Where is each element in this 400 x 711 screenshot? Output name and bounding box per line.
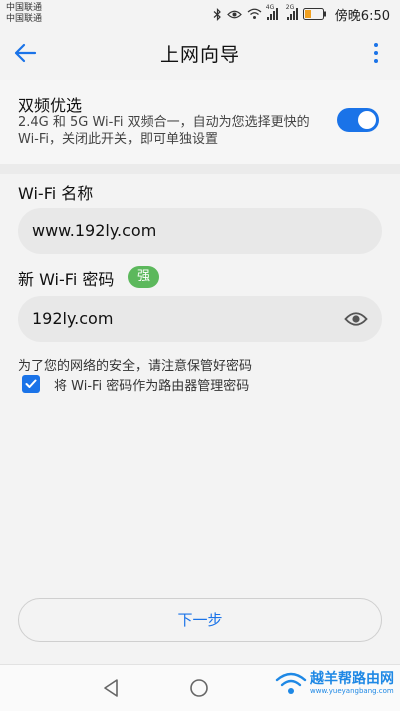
more-options-button[interactable]: [366, 38, 386, 68]
system-nav-bar: 越羊帮路由网 www.yueyangbang.com: [0, 664, 400, 711]
admin-password-label: 将 Wi-Fi 密码作为路由器管理密码: [54, 378, 250, 394]
status-icons: 4G 2G 傍晚6:50: [213, 4, 390, 24]
network-type-2: 2G: [285, 4, 295, 11]
dual-band-toggle[interactable]: [337, 108, 379, 132]
wifi-password-label: 新 Wi-Fi 密码: [18, 270, 115, 289]
password-strength-badge: 强: [128, 266, 160, 288]
eye-comfort-icon: [226, 10, 242, 18]
wifi-logo-icon: [275, 672, 307, 694]
network-type-1: 4G: [265, 4, 275, 11]
wifi-name-value: www.192ly.com: [32, 221, 157, 240]
app-bar: 上网向导: [0, 30, 400, 76]
carrier-label-2: 中国联通: [6, 14, 43, 24]
security-note: 为了您的网络的安全，请注意保管好密码: [18, 359, 253, 374]
signal-icon-2: 2G: [286, 4, 298, 20]
dual-band-title: 双频优选: [18, 96, 83, 115]
bluetooth-icon: [213, 7, 221, 21]
dual-band-section: 双频优选 2.4G 和 5G Wi-Fi 双频合一，自动为您选择更快的 Wi-F…: [0, 80, 400, 164]
dual-band-description: 2.4G 和 5G Wi-Fi 双频合一，自动为您选择更快的 Wi-Fi，关闭此…: [18, 115, 310, 147]
more-dot-icon: [374, 43, 378, 47]
wifi-icon: [247, 8, 262, 19]
admin-password-option[interactable]: 将 Wi-Fi 密码作为路由器管理密码: [22, 374, 249, 394]
section-divider: [0, 164, 400, 174]
watermark-title: 越羊帮路由网: [310, 670, 394, 687]
carrier-label-1: 中国联通: [6, 3, 43, 13]
checkmark-icon: [25, 379, 37, 388]
signal-icon-1: 4G: [266, 4, 278, 20]
battery-icon: [302, 8, 326, 20]
page-title: 上网向导: [159, 44, 240, 66]
wifi-name-label: Wi-Fi 名称: [18, 184, 94, 203]
nav-back-icon[interactable]: [102, 678, 120, 698]
next-step-button[interactable]: 下一步: [18, 598, 382, 642]
status-time: 傍晚6:50: [334, 8, 390, 24]
admin-password-checkbox[interactable]: [22, 375, 40, 393]
watermark-logo: 越羊帮路由网 www.yueyangbang.com: [274, 668, 394, 698]
nav-home-icon[interactable]: [188, 677, 210, 699]
eye-icon[interactable]: [344, 309, 368, 329]
wifi-name-input[interactable]: www.192ly.com: [18, 208, 382, 254]
more-dot-icon: [374, 59, 378, 63]
more-dot-icon: [374, 51, 378, 55]
wifi-password-input[interactable]: 192ly.com: [18, 296, 382, 342]
watermark-url: www.yueyangbang.com: [310, 686, 394, 695]
status-bar: 中国联通 中国联通 4G 2G 傍晚6:50: [0, 0, 400, 30]
wifi-password-value: 192ly.com: [32, 309, 114, 328]
